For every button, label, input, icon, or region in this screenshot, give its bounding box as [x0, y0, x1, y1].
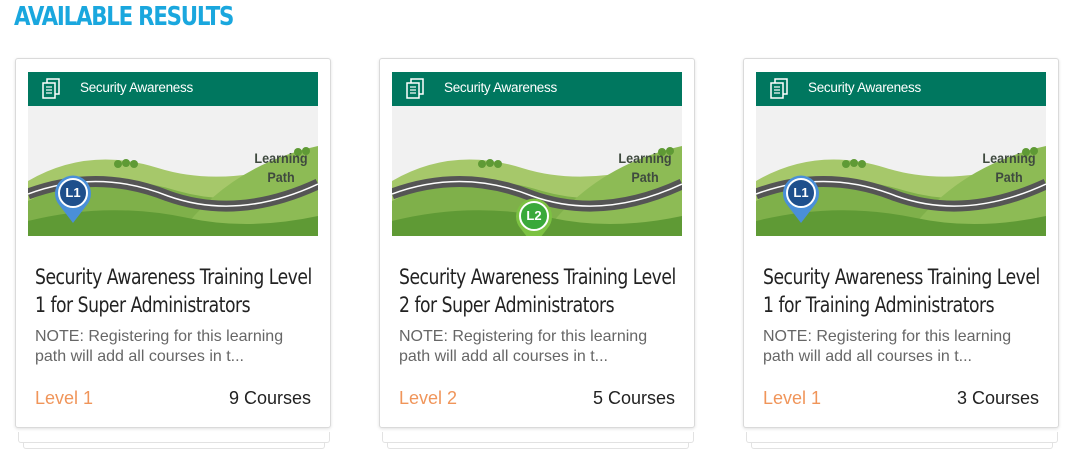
thumbnail-header: Security Awareness — [28, 72, 318, 106]
documents-icon — [42, 78, 60, 99]
thumbnail-header: Security Awareness — [756, 72, 1046, 106]
thumbnail-title: Security Awareness — [80, 80, 193, 95]
card-title[interactable]: Security Awareness Training Level 2 for … — [399, 263, 682, 319]
thumbnail-caption: Learning Path — [982, 150, 1036, 185]
result-card-stack: Security Awareness L1 Learning Path Secu… — [743, 58, 1061, 449]
thumbnail-title: Security Awareness — [444, 80, 557, 95]
card-description: NOTE: Registering for this learning path… — [35, 328, 284, 365]
stack-sheet — [746, 432, 1058, 443]
card-level: Level 1 — [763, 388, 822, 408]
level-badge: L1 — [793, 185, 809, 200]
course-count: 9 Courses — [228, 388, 311, 408]
card-thumbnail[interactable]: Security Awareness L1 Learning Path — [756, 72, 1046, 236]
thumbnail-title: Security Awareness — [808, 80, 921, 95]
card-level: Level 2 — [399, 388, 458, 408]
card-level: Level 1 — [35, 388, 94, 408]
level-badge: L1 — [65, 185, 81, 200]
stack-sheet — [382, 432, 694, 443]
learning-path-card[interactable]: Security Awareness L1 Learning Path Secu… — [743, 58, 1059, 428]
level-pin-icon: L1 — [780, 172, 822, 224]
card-title[interactable]: Security Awareness Training Level 1 for … — [35, 263, 318, 319]
course-count: 3 Courses — [956, 388, 1039, 408]
results-heading: AVAILABLE RESULTS — [14, 2, 234, 32]
learning-path-card[interactable]: Security Awareness L1 Learning Path Secu… — [15, 58, 331, 428]
course-count: 5 Courses — [592, 388, 675, 408]
result-card-stack: Security Awareness L1 Learning Path Secu… — [15, 58, 333, 449]
card-description: NOTE: Registering for this learning path… — [763, 328, 1012, 365]
level-pin-icon: L2 — [513, 195, 555, 236]
card-title[interactable]: Security Awareness Training Level 1 for … — [763, 263, 1046, 319]
card-thumbnail[interactable]: Security Awareness L1 Learning Path — [28, 72, 318, 236]
card-description: NOTE: Registering for this learning path… — [399, 328, 648, 365]
level-badge: L2 — [526, 208, 542, 223]
level-pin-icon: L1 — [52, 172, 94, 224]
thumbnail-caption: Learning Path — [254, 150, 308, 185]
stack-sheet — [18, 432, 330, 443]
documents-icon — [770, 78, 788, 99]
thumbnail-header: Security Awareness — [392, 72, 682, 106]
documents-icon — [406, 78, 424, 99]
thumbnail-caption: Learning Path — [618, 150, 672, 185]
result-card-stack: Security Awareness L2 Learning Path Secu… — [379, 58, 697, 449]
card-thumbnail[interactable]: Security Awareness L2 Learning Path — [392, 72, 682, 236]
learning-path-card[interactable]: Security Awareness L2 Learning Path Secu… — [379, 58, 695, 428]
